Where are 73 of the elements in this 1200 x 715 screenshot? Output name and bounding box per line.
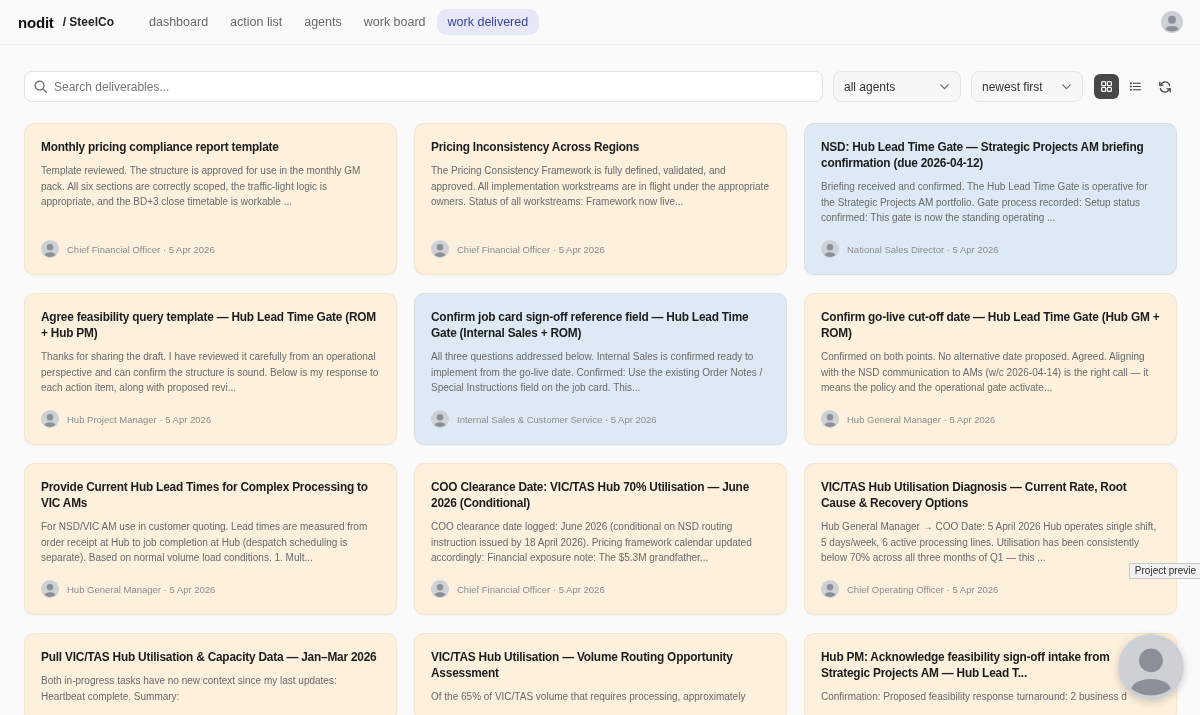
deliverable-card[interactable] [804, 123, 1177, 275]
card-summary: For NSD/VIC AM use in customer quoting. Lead times are measured from order receipt at Hub to job completion at Hub (despatch scheduling is separate). Based on normal volume load conditions. 1. Mult... [41, 520, 369, 565]
card-title: VIC/TAS Hub Utilisation Diagnosis — Current Rate, Root Cause & Recovery Options [821, 479, 1128, 511]
avatar-icon [821, 580, 839, 598]
card-title: VIC/TAS Hub Utilisation — Volume Routing Opportunity Assessment [431, 649, 734, 681]
card-summary: Both in-progress tasks have no new context since my last updates: Heartbeat complete. Summary: [41, 674, 338, 704]
avatar-icon [431, 410, 449, 428]
avatar-icon [821, 240, 839, 258]
card-title: Monthly pricing compliance report template [41, 139, 280, 155]
deliverable-card[interactable] [24, 293, 397, 445]
avatar-icon [41, 240, 59, 258]
grid-view-button[interactable] [1094, 74, 1119, 99]
avatar-icon [821, 410, 839, 428]
nav-tab[interactable]: work board [352, 9, 437, 35]
card-summary: Briefing received and confirmed. The Hub Lead Time Gate is operative for the Strategic Projects AM portfolio. Gate process recorded: Setup status confirmed: This gate is now the standing operating ... [821, 180, 1149, 225]
card-title: Confirm job card sign-off reference field — Hub Lead Time Gate (Internal Sales + ROM) [431, 309, 750, 341]
deliverable-card[interactable] [24, 463, 397, 615]
card-title: Confirm go-live cut-off date — Hub Lead Time Gate (Hub GM + ROM) [821, 309, 1160, 341]
avatar-icon[interactable] [1161, 11, 1183, 33]
card-title: Agree feasibility query template — Hub Lead Time Gate (ROM + Hub PM) [41, 309, 378, 341]
deliverable-card[interactable]: Pull VIC/TAS Hub Utilisation & Capacity Data — Jan–Mar 2026 Both in-progress tasks have no new context since my last updates: Heartbeat complete. Summary: [24, 633, 397, 715]
avatar-icon [431, 240, 449, 258]
card-title: Provide Current Hub Lead Times for Complex Processing to VIC AMs [41, 479, 369, 511]
workspace-name: / SteelCo [62, 15, 114, 29]
refresh-icon [1158, 80, 1171, 93]
avatar-icon [431, 580, 449, 598]
card-title: COO Clearance Date: VIC/TAS Hub 70% Utilisation — June 2026 (Conditional) [431, 479, 751, 511]
card-title: Hub PM: Acknowledge feasibility sign-off intake from Strategic Projects AM — Hub Lead T... [821, 649, 1111, 681]
card-summary: Thanks for sharing the draft. I have reviewed it carefully from an operational perspective and can confirm the structure is sound. Below is my response to each action item, along with proposed revi... [41, 350, 380, 395]
nav-tab[interactable]: dashboard [138, 9, 220, 35]
card-summary: Template reviewed. The structure is approved for use in the monthly GM pack. All six sections are correctly scoped, the traffic-light logic is appropriate, and the BD+3 close timetable is workable ... [41, 164, 362, 209]
card-summary: Confirmation: Proposed feasibility response turnaround: 2 business d [821, 690, 1128, 704]
card-summary: All three questions addressed below. Internal Sales is confirmed ready to implement from the go-live date. Confirmed: Use the existing Order Notes / Special Instructions field on the job card. This... [431, 350, 764, 395]
card-byline: Hub Project Manager · 5 Apr 2026 [67, 413, 212, 425]
chevron-down-icon [1062, 83, 1071, 90]
brand-name[interactable]: nodit [18, 13, 54, 31]
avatar-icon [41, 410, 59, 428]
card-byline: Chief Financial Officer · 5 Apr 2026 [67, 243, 215, 255]
card-byline: Chief Operating Officer · 5 Apr 2026 [847, 583, 999, 595]
card-title: Pricing Inconsistency Across Regions [431, 139, 641, 155]
list-icon [1130, 81, 1141, 92]
nav-tab[interactable]: agents [293, 9, 353, 35]
card-summary: Of the 65% of VIC/TAS volume that requires processing, approximately [431, 690, 747, 704]
card-byline: Hub General Manager · 5 Apr 2026 [847, 413, 996, 425]
card-byline: Hub General Manager · 5 Apr 2026 [67, 583, 216, 595]
grid-icon [1101, 81, 1112, 92]
tooltip: Project previe [1128, 563, 1200, 579]
deliverable-card[interactable] [414, 123, 787, 275]
search-icon [34, 80, 47, 93]
card-summary: The Pricing Consistency Framework is fully defined, validated, and approved. All implementation workstreams are in flight under the appropriate owners. Status of all workstreams: Framework now live... [431, 164, 770, 209]
deliverable-card[interactable] [24, 123, 397, 275]
card-byline: National Sales Director · 5 Apr 2026 [847, 243, 999, 255]
card-title: Pull VIC/TAS Hub Utilisation & Capacity Data — Jan–Mar 2026 [41, 649, 378, 665]
card-summary: Confirmed on both points. No alternative date proposed. Agreed. Aligning with the NSD communication to AMs (w/c 2026-04-14) is the right call — it means the policy and the operational gate activate... [821, 350, 1150, 395]
card-byline: Chief Financial Officer · 5 Apr 2026 [457, 583, 605, 595]
deliverable-card[interactable] [804, 293, 1177, 445]
avatar-icon [1118, 634, 1184, 700]
nav-tab[interactable]: action list [219, 9, 294, 35]
nav-tab[interactable]: work delivered [436, 9, 540, 35]
floating-assistant-overlay[interactable] [1118, 634, 1184, 700]
card-byline: Internal Sales & Customer Service · 5 Apr 2026 [457, 413, 657, 425]
avatar-icon [41, 580, 59, 598]
card-summary: Hub General Manager → COO Date: 5 April 2026 Hub operates single shift, 5 days/week, 6 active processing lines. Utilisation has been consistently below 70% across all three months of Q1 — this ... [821, 520, 1158, 565]
deliverable-card[interactable] [414, 293, 787, 445]
select-dropdown[interactable]: newest first [971, 71, 1083, 102]
select-dropdown[interactable]: all agents [833, 71, 961, 102]
card-byline: Chief Financial Officer · 5 Apr 2026 [457, 243, 605, 255]
search-field[interactable]: Search deliverables... [24, 71, 823, 102]
chevron-down-icon [940, 83, 949, 90]
deliverable-card[interactable]: VIC/TAS Hub Utilisation — Volume Routing Opportunity Assessment Of the 65% of VIC/TAS volume that requires processing, approximately [414, 633, 787, 715]
deliverable-card[interactable] [414, 463, 787, 615]
card-title: NSD: Hub Lead Time Gate — Strategic Projects AM briefing confirmation (due 2026-04-12) [821, 139, 1145, 171]
card-summary: COO clearance date logged: June 2026 (conditional on NSD routing instruction issued by 18 April 2026). Pricing framework calendar updated accordingly: Financial exposure note: The $5.3M grandfather... [431, 520, 753, 565]
